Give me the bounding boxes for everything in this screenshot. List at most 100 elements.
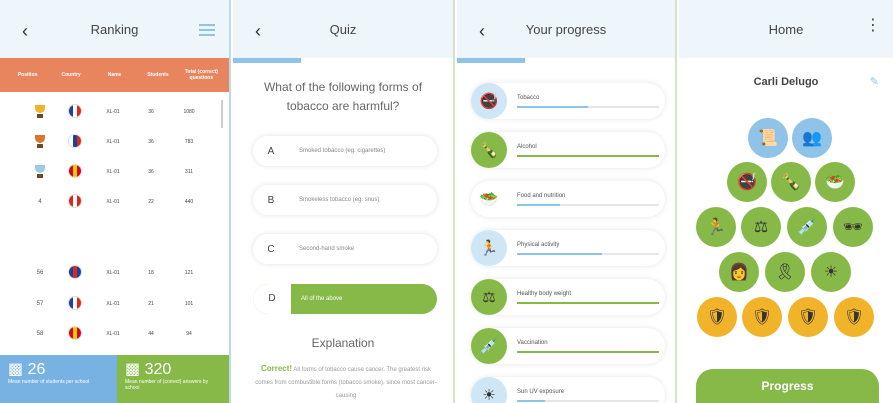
badge-doctor-icon[interactable]: 👩 — [719, 252, 759, 292]
progress-item[interactable]: ☀ Sun UV exposure — [471, 377, 665, 403]
badge-medal-4-icon[interactable]: 🛡 — [834, 297, 874, 337]
progress-button[interactable]: Progress — [696, 369, 879, 403]
home-title: Home — [768, 21, 804, 37]
option-a[interactable]: A Smoked tobacco (eg. cigarettes) — [253, 136, 437, 166]
badge-vaccine-icon[interactable]: 💉 — [787, 207, 827, 247]
table-row[interactable]: 58 XL-01 44 94 — [0, 319, 221, 349]
progress-item[interactable]: 🏃 Physical activity — [471, 230, 665, 266]
progress-bar-fill — [517, 252, 603, 255]
badge-medal-1-icon[interactable]: 🛡 — [697, 297, 737, 337]
table-row[interactable]: 57 XL-01 21 101 — [0, 289, 221, 319]
badge-diploma-icon[interactable]: 📜 — [748, 118, 788, 158]
col-name[interactable]: Name — [93, 72, 136, 78]
badge-medal-2-icon[interactable]: 🛡 — [742, 297, 782, 337]
progress-item[interactable]: 💉 Vaccination — [471, 328, 665, 364]
menu-icon[interactable] — [199, 24, 215, 39]
progress-item-label: Physical activity — [517, 241, 560, 248]
option-letter: D — [253, 284, 291, 314]
badge-ribbon-icon[interactable]: 🎗 — [765, 252, 805, 292]
option-text: Second-hand smoke — [299, 246, 355, 252]
table-row[interactable]: XL-01 36 311 — [0, 157, 221, 187]
col-students[interactable]: Students — [136, 72, 179, 78]
flag-icon — [69, 327, 81, 339]
progress-bar — [517, 154, 659, 157]
table-row[interactable]: 56 XL-01 18 121 — [0, 258, 221, 288]
flag-icon — [69, 266, 81, 278]
scrollbar[interactable] — [221, 100, 223, 128]
trophy-icon — [34, 105, 46, 119]
option-d-selected[interactable]: D All of the above — [253, 284, 437, 314]
table-row[interactable]: 4 XL-01 22 440 — [0, 187, 221, 217]
row-students: 22 — [148, 199, 154, 205]
progress-item[interactable]: 🥗 Food and nutrition — [471, 181, 665, 217]
row-name: XL-01 — [106, 301, 120, 307]
row-students: 36 — [148, 109, 154, 115]
edit-pencil-icon[interactable]: ✎ — [870, 75, 879, 88]
country-cell — [56, 195, 94, 209]
country-cell — [56, 105, 94, 119]
progress-bar — [517, 203, 659, 206]
user-name: Carli Delugo — [753, 76, 819, 88]
row-total: 783 — [184, 139, 194, 145]
option-letter: A — [267, 145, 275, 157]
progress-bar — [517, 399, 659, 402]
badge-food-icon[interactable]: 🥗 — [815, 162, 855, 202]
badge-alcohol-icon[interactable]: 🍾 — [771, 162, 811, 202]
row-total: 311 — [185, 169, 193, 175]
quiz-question: What of the following forms of tobacco a… — [263, 80, 423, 113]
quiz-header: ‹ Quiz — [233, 0, 453, 58]
option-b[interactable]: B Smokeless tobacco (eg. snus) — [253, 185, 437, 215]
col-position[interactable]: Position — [6, 72, 49, 78]
row-students: 36 — [148, 169, 154, 175]
badge-scale-icon[interactable]: ⚖ — [741, 207, 781, 247]
col-total[interactable]: Total (correct) questions — [180, 69, 223, 81]
option-c[interactable]: C Second-hand smoke — [253, 234, 437, 264]
option-text: All of the above — [301, 296, 343, 302]
row-total: 121 — [184, 270, 194, 276]
category-icon: 🥗 — [471, 181, 507, 217]
category-icon: 🚭 — [471, 83, 507, 119]
badge-sunglasses-icon[interactable]: 🕶 — [833, 207, 873, 247]
country-cell — [56, 327, 94, 341]
back-icon[interactable]: ‹ — [22, 21, 28, 42]
table-row[interactable]: XL-01 36 783 — [0, 127, 221, 157]
row-name: XL-01 — [106, 199, 120, 205]
category-icon: ⚖ — [471, 279, 507, 315]
back-icon[interactable]: ‹ — [255, 21, 261, 42]
badge-medal-3-icon[interactable]: 🛡 — [788, 297, 828, 337]
progress-bar-fill — [517, 154, 659, 157]
badge-running-icon[interactable]: 🏃 — [696, 207, 736, 247]
progress-title: Your progress — [525, 21, 607, 37]
ranking-header: ‹ Ranking — [0, 0, 229, 58]
country-cell — [56, 135, 94, 149]
quiz-title: Quiz — [329, 21, 357, 37]
flag-icon — [69, 105, 81, 117]
progress-item[interactable]: 🍾 Alcohol — [471, 132, 665, 168]
badge-people-icon[interactable]: 👥 — [792, 118, 832, 158]
progress-item[interactable]: ⚖ Healthy body weight — [471, 279, 665, 315]
progress-screen: ‹ Your progress 🚭 Tobacco 🍾 Alcohol 🥗 Food an… — [457, 0, 677, 403]
back-icon[interactable]: ‹ — [479, 21, 485, 42]
row-students: 18 — [148, 270, 154, 276]
home-header: Home ⋮ — [679, 0, 893, 58]
progress-item[interactable]: 🚭 Tobacco — [471, 83, 665, 119]
row-total: 440 — [184, 199, 194, 205]
quiz-progress-indicator — [233, 58, 301, 63]
more-options-icon[interactable]: ⋮ — [865, 18, 881, 34]
progress-header: ‹ Your progress — [457, 0, 675, 58]
progress-item-label: Tobacco — [517, 94, 540, 101]
stat-correct-card: ▩ 320 Mean number of (correct) answers b… — [117, 355, 229, 403]
progress-item-label: Alcohol — [517, 143, 537, 150]
row-total: 94 — [186, 331, 192, 337]
stat-students-caption: Mean number of students per school — [8, 379, 90, 385]
table-row[interactable]: XL-01 36 1080 — [0, 97, 221, 127]
col-country[interactable]: Country — [49, 72, 92, 78]
trophy-icon — [34, 135, 46, 149]
badge-no-smoking-icon[interactable]: 🚭 — [727, 162, 767, 202]
stat-correct-value: 320 — [144, 361, 172, 378]
row-name: XL-01 — [106, 331, 120, 337]
option-text: Smokeless tobacco (eg. snus) — [299, 197, 380, 203]
badge-sun-icon[interactable]: ☀ — [811, 252, 851, 292]
trophy-icon — [24, 165, 56, 179]
progress-item-label: Food and nutrition — [517, 192, 566, 199]
